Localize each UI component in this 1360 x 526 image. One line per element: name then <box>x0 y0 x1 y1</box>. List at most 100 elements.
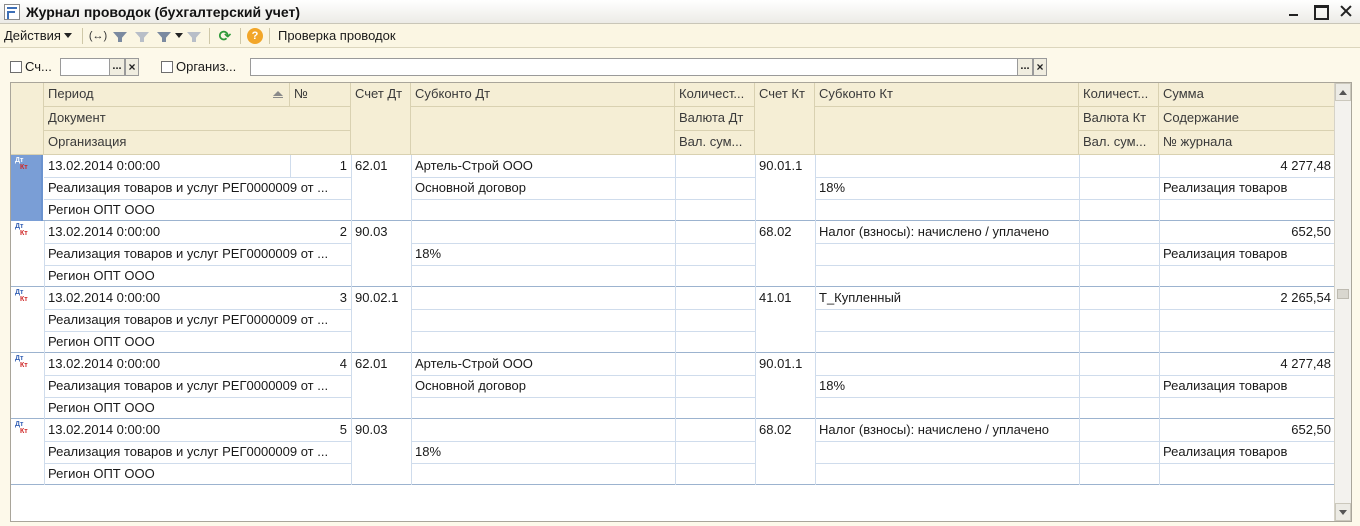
actions-menu-label: Действия <box>4 28 61 43</box>
cell-organization: Регион ОПТ ООО <box>48 202 155 217</box>
cell-organization: Регион ОПТ ООО <box>48 334 155 349</box>
row-selector[interactable]: Дт Кт <box>11 353 43 419</box>
maximize-icon[interactable] <box>1310 2 1330 20</box>
cell-period: 13.02.2014 0:00:00 <box>48 224 161 239</box>
dt-kt-entry-icon: Дт Кт <box>15 157 28 171</box>
org-clear-button[interactable]: × <box>1033 58 1047 76</box>
cell-credit-subconto1: Т_Купленный <box>819 290 902 305</box>
header-debit-qty[interactable]: Количест... <box>675 83 755 107</box>
cell-credit-subconto2: 18% <box>819 180 846 195</box>
header-debit-currency[interactable]: Валюта Дт <box>675 107 755 131</box>
header-journal-no[interactable]: № журнала <box>1159 131 1335 155</box>
table-row[interactable]: Дт Кт 13.02.2014 0:00:00 5 Реализация тов… <box>11 419 1335 485</box>
arrow-down-icon <box>1339 509 1347 515</box>
close-icon[interactable] <box>1336 2 1356 20</box>
cell-sum: 4 277,48 <box>1280 356 1331 371</box>
org-filter-checkbox[interactable] <box>161 61 173 73</box>
header-debit-subconto[interactable]: Субконто Дт <box>411 83 675 107</box>
header-document[interactable]: Документ <box>44 107 351 131</box>
refresh-icon[interactable]: ⟳ <box>216 27 234 45</box>
header-credit-account[interactable]: Счет Кт <box>755 83 815 155</box>
cell-period: 13.02.2014 0:00:00 <box>48 422 161 437</box>
cell-debit-account: 62.01 <box>355 158 388 173</box>
account-filter-label: Сч... <box>25 59 52 74</box>
table-row[interactable]: Дт Кт 13.02.2014 0:00:00 2 Реализация тов… <box>11 221 1335 287</box>
cell-number: 2 <box>339 224 347 239</box>
scroll-thumb[interactable] <box>1337 289 1349 299</box>
header-credit-currency[interactable]: Валюта Кт <box>1079 107 1159 131</box>
cell-document: Реализация товаров и услуг РЕГ0000009 от… <box>48 180 329 195</box>
cell-number: 3 <box>339 290 347 305</box>
header-number[interactable]: № <box>290 83 351 107</box>
cell-debit-subconto2: 18% <box>415 246 442 261</box>
cell-credit-account: 68.02 <box>759 224 792 239</box>
scroll-up-button[interactable] <box>1335 83 1351 101</box>
org-filter-input[interactable] <box>250 58 1018 76</box>
cell-document: Реализация товаров и услуг РЕГ0000009 от… <box>48 378 329 393</box>
chevron-down-icon[interactable] <box>174 33 183 38</box>
account-filter-checkbox[interactable] <box>10 61 22 73</box>
cell-debit-subconto2: 18% <box>415 444 442 459</box>
table-row[interactable]: Дт Кт 13.02.2014 0:00:00 1 Реализация тов… <box>11 155 1335 221</box>
cell-organization: Регион ОПТ ООО <box>48 400 155 415</box>
header-content[interactable]: Содержание <box>1159 107 1335 131</box>
header-sum[interactable]: Сумма <box>1159 83 1335 107</box>
cell-debit-account: 90.02.1 <box>355 290 399 305</box>
cell-debit-account: 90.03 <box>355 422 388 437</box>
table-header: Период № Документ Организация Счет Дт Су… <box>11 83 1335 155</box>
org-pick-button[interactable]: ... <box>1017 58 1033 76</box>
vertical-scrollbar[interactable] <box>1334 83 1351 521</box>
dt-kt-entry-icon: Дт Кт <box>15 289 28 303</box>
account-filter-input[interactable] <box>60 58 110 76</box>
row-selector[interactable]: Дт Кт <box>11 419 43 485</box>
header-debit-account[interactable]: Счет Дт <box>351 83 411 155</box>
move-arrows-icon[interactable]: (↔) <box>89 27 107 45</box>
header-credit-subconto-extra <box>815 107 1079 155</box>
header-credit-cur-sum[interactable]: Вал. сум... <box>1079 131 1159 155</box>
entries-table: Период № Документ Организация Счет Дт Су… <box>10 82 1352 522</box>
filter-by-value-icon[interactable] <box>133 27 151 45</box>
cell-sum: 2 265,54 <box>1280 290 1331 305</box>
cell-number: 1 <box>339 158 347 173</box>
account-clear-button[interactable]: × <box>125 58 139 76</box>
cell-document: Реализация товаров и услуг РЕГ0000009 от… <box>48 444 329 459</box>
row-selector[interactable]: Дт Кт <box>11 155 43 221</box>
cell-credit-subconto2: 18% <box>819 378 846 393</box>
chevron-down-icon <box>63 33 72 38</box>
cell-content: Реализация товаров <box>1163 378 1288 393</box>
clear-filter-icon[interactable] <box>185 27 203 45</box>
cell-content: Реализация товаров <box>1163 246 1288 261</box>
scroll-down-button[interactable] <box>1335 503 1351 521</box>
cell-debit-account: 90.03 <box>355 224 388 239</box>
check-entries-button[interactable]: Проверка проводок <box>274 28 396 43</box>
filter-icon[interactable] <box>111 27 129 45</box>
cell-credit-account: 90.01.1 <box>759 158 803 173</box>
header-icon-column <box>11 83 44 155</box>
cell-credit-subconto1: Налог (взносы): начислено / уплачено <box>819 422 1049 437</box>
cell-credit-account: 41.01 <box>759 290 792 305</box>
header-credit-subconto[interactable]: Субконто Кт <box>815 83 1079 107</box>
cell-period: 13.02.2014 0:00:00 <box>48 356 161 371</box>
minimize-icon[interactable] <box>1284 2 1304 20</box>
window-controls <box>1284 2 1356 20</box>
header-debit-cur-sum[interactable]: Вал. сум... <box>675 131 755 155</box>
cell-content: Реализация товаров <box>1163 444 1288 459</box>
account-pick-button[interactable]: ... <box>109 58 125 76</box>
table-row[interactable]: Дт Кт 13.02.2014 0:00:00 3 Реализация тов… <box>11 287 1335 353</box>
row-selector[interactable]: Дт Кт <box>11 221 43 287</box>
table-row[interactable]: Дт Кт 13.02.2014 0:00:00 4 Реализация тов… <box>11 353 1335 419</box>
header-organization[interactable]: Организация <box>44 131 351 155</box>
cell-sum: 4 277,48 <box>1280 158 1331 173</box>
actions-menu-button[interactable]: Действия <box>4 28 78 43</box>
header-credit-qty[interactable]: Количест... <box>1079 83 1159 107</box>
header-period[interactable]: Период <box>44 83 290 107</box>
cell-debit-subconto2: Основной договор <box>415 378 526 393</box>
dt-kt-entry-icon: Дт Кт <box>15 421 28 435</box>
help-icon[interactable]: ? <box>246 27 263 44</box>
sort-ascending-icon <box>273 91 283 98</box>
cell-credit-subconto1: Налог (взносы): начислено / уплачено <box>819 224 1049 239</box>
window-title: Журнал проводок (бухгалтерский учет) <box>26 3 301 20</box>
filter-history-icon[interactable] <box>155 27 173 45</box>
row-selector[interactable]: Дт Кт <box>11 287 43 353</box>
header-debit-subconto-extra <box>411 107 675 155</box>
